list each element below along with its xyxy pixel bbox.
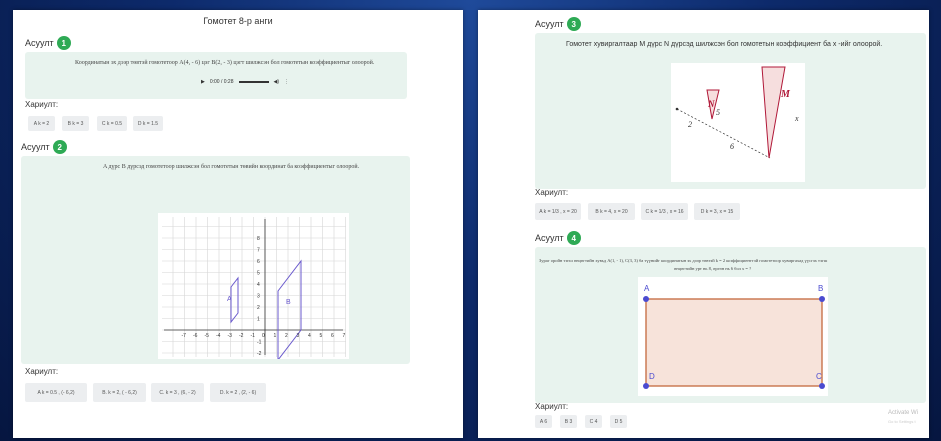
question-4-text-line-1: Зураг оройн тэгш өнцөгтийн хувьд A(1, - … [539,258,828,263]
question-label-text: Асуулт [25,38,54,48]
x-tick-label: 7 [343,333,346,339]
question-label-text: Асуулт [535,19,564,29]
question-1-box: Координатын эх дээр төвтэй гомотетоор A(… [25,52,407,99]
question-1-label: Асуулт 1 [25,36,71,50]
y-tick-label: 4 [257,282,260,288]
question-1-text: Координатын эх дээр төвтэй гомотетоор A(… [75,60,375,66]
rectangle-figure: A B C D [638,277,828,396]
x-tick-label: -1 [251,333,256,339]
play-icon[interactable]: ▶ [201,79,205,85]
q4-option-d[interactable]: D 5 [610,415,627,428]
volume-icon[interactable]: ◀) [274,79,280,85]
audio-progress-bar[interactable] [238,81,269,83]
q1-option-a[interactable]: A k = 2 [28,116,55,131]
figure-label-2: 2 [688,120,692,129]
question-label-text: Асуулт [21,142,50,152]
q3-option-d[interactable]: D k = 3, x = 15 [694,203,740,220]
activation-watermark: Activate Wi [888,410,919,416]
q3-option-b[interactable]: B k = 4, x = 20 [588,203,635,220]
answer-3-label: Хариулт: [535,188,569,197]
homothety-figure: N 5 M x 2 6 [671,63,805,182]
vertex-a-point [643,296,649,302]
question-3-box: Гомотет хувиргалтаар M дүрс N дүрсэд шил… [535,33,926,189]
x-tick-label: 5 [320,333,323,339]
y-tick-label: 6 [257,259,260,265]
y-tick-label: -2 [257,351,262,357]
y-tick-label: 3 [257,294,260,300]
q2-option-d[interactable]: D. k = 2 , (2, - 6) [210,383,266,402]
y-tick-label: 7 [257,248,260,254]
question-2-box: A дүрс B дүрсэд гомотетоор шилжсэн бол г… [21,156,410,364]
vertex-c-label: C [816,372,822,381]
x-tick-label: -3 [228,333,233,339]
coordinate-grid-figure: A B -7 -6 -5 -4 -3 -2 -1 0 1 2 3 4 5 6 7 8 7 6 5 4 3 2 1 -1 -2 [158,213,349,362]
q4-option-a[interactable]: A 6 [535,415,552,428]
y-tick-label: -1 [257,340,262,346]
x-tick-label: 3 [297,333,300,339]
answer-2-label: Хариулт: [25,367,59,376]
x-tick-label: 2 [285,333,288,339]
x-tick-label: -5 [205,333,210,339]
answer-1-label: Хариулт: [25,100,59,109]
x-tick-label: 4 [308,333,311,339]
question-4-label: Асуулт 4 [535,231,581,245]
y-tick-label: 1 [257,317,260,323]
document-page-left: Гомотет 8-р анги Асуулт 1 Координатын эх… [13,10,463,438]
x-tick-label: -4 [216,333,221,339]
figure-label-5: 5 [716,108,720,117]
figure-label-n: N [707,99,715,109]
x-tick-label: -7 [182,333,187,339]
x-tick-label: -6 [193,333,198,339]
x-tick-label: 6 [331,333,334,339]
q4-option-b[interactable]: B 3 [560,415,577,428]
audio-time: 0:00 / 0:28 [209,79,234,85]
q3-option-a[interactable]: A k = 1/3 , x = 20 [535,203,581,220]
vertex-b-point [819,296,825,302]
y-tick-label: 5 [257,271,260,277]
vertex-d-label: D [649,372,655,381]
question-number-badge: 4 [566,231,581,245]
y-tick-label: 8 [257,236,260,242]
more-options-icon[interactable]: ⋮ [284,79,289,85]
shape-b-label: B [286,299,291,306]
audio-player[interactable]: ▶ 0:00 / 0:28 ◀) ⋮ [201,79,289,85]
question-4-text-line-2: өнцөгтийн урт нь 8, өргөн нь 6 бол x = ? [674,266,752,271]
question-2-text: A дүрс B дүрсэд гомотетоор шилжсэн бол г… [103,164,360,170]
q4-option-c[interactable]: C 4 [585,415,602,428]
q1-option-b[interactable]: B k = 3 [62,116,89,131]
vertex-c-point [819,383,825,389]
document-page-right: Асуулт 3 Гомотет хувиргалтаар M дүрс N д… [478,10,929,438]
question-3-text: Гомотет хувиргалтаар M дүрс N дүрсэд шил… [566,41,883,48]
x-tick-label: 0 [262,333,265,339]
figure-label-6: 6 [730,142,734,151]
vertex-b-label: B [818,284,823,293]
vertex-d-point [643,383,649,389]
q2-option-c[interactable]: C. k = 3 , (6, - 2) [151,383,204,402]
q3-option-c[interactable]: C k = 1/3 , x = 16 [641,203,688,220]
question-4-box: Зураг оройн тэгш өнцөгтийн хувьд A(1, - … [535,247,926,403]
vertex-a-label: A [644,284,650,293]
question-label-text: Асуулт [535,233,564,243]
x-tick-label: -2 [239,333,244,339]
x-tick-label: 1 [274,333,277,339]
shape-a-label: A [227,296,232,303]
q1-option-d[interactable]: D k = 1.5 [133,116,163,131]
document-title: Гомотет 8-р анги [203,16,273,26]
figure-label-m: M [780,89,791,100]
question-number-badge: 2 [52,140,67,154]
question-number-badge: 1 [56,36,71,50]
q1-option-c[interactable]: C k = 0.5 [97,116,127,131]
question-3-label: Асуулт 3 [535,17,581,31]
question-2-label: Асуулт 2 [21,140,67,154]
q2-option-a[interactable]: A k = 0.5 , (- 6,2) [25,383,87,402]
question-number-badge: 3 [566,17,581,31]
y-tick-label: 2 [257,305,260,311]
answer-4-label: Хариулт: [535,402,569,411]
figure-label-x: x [794,114,799,123]
activation-watermark-sub: Go to Settings t [888,419,916,424]
q2-option-b[interactable]: B. k = 2, ( - 6,2) [93,383,146,402]
